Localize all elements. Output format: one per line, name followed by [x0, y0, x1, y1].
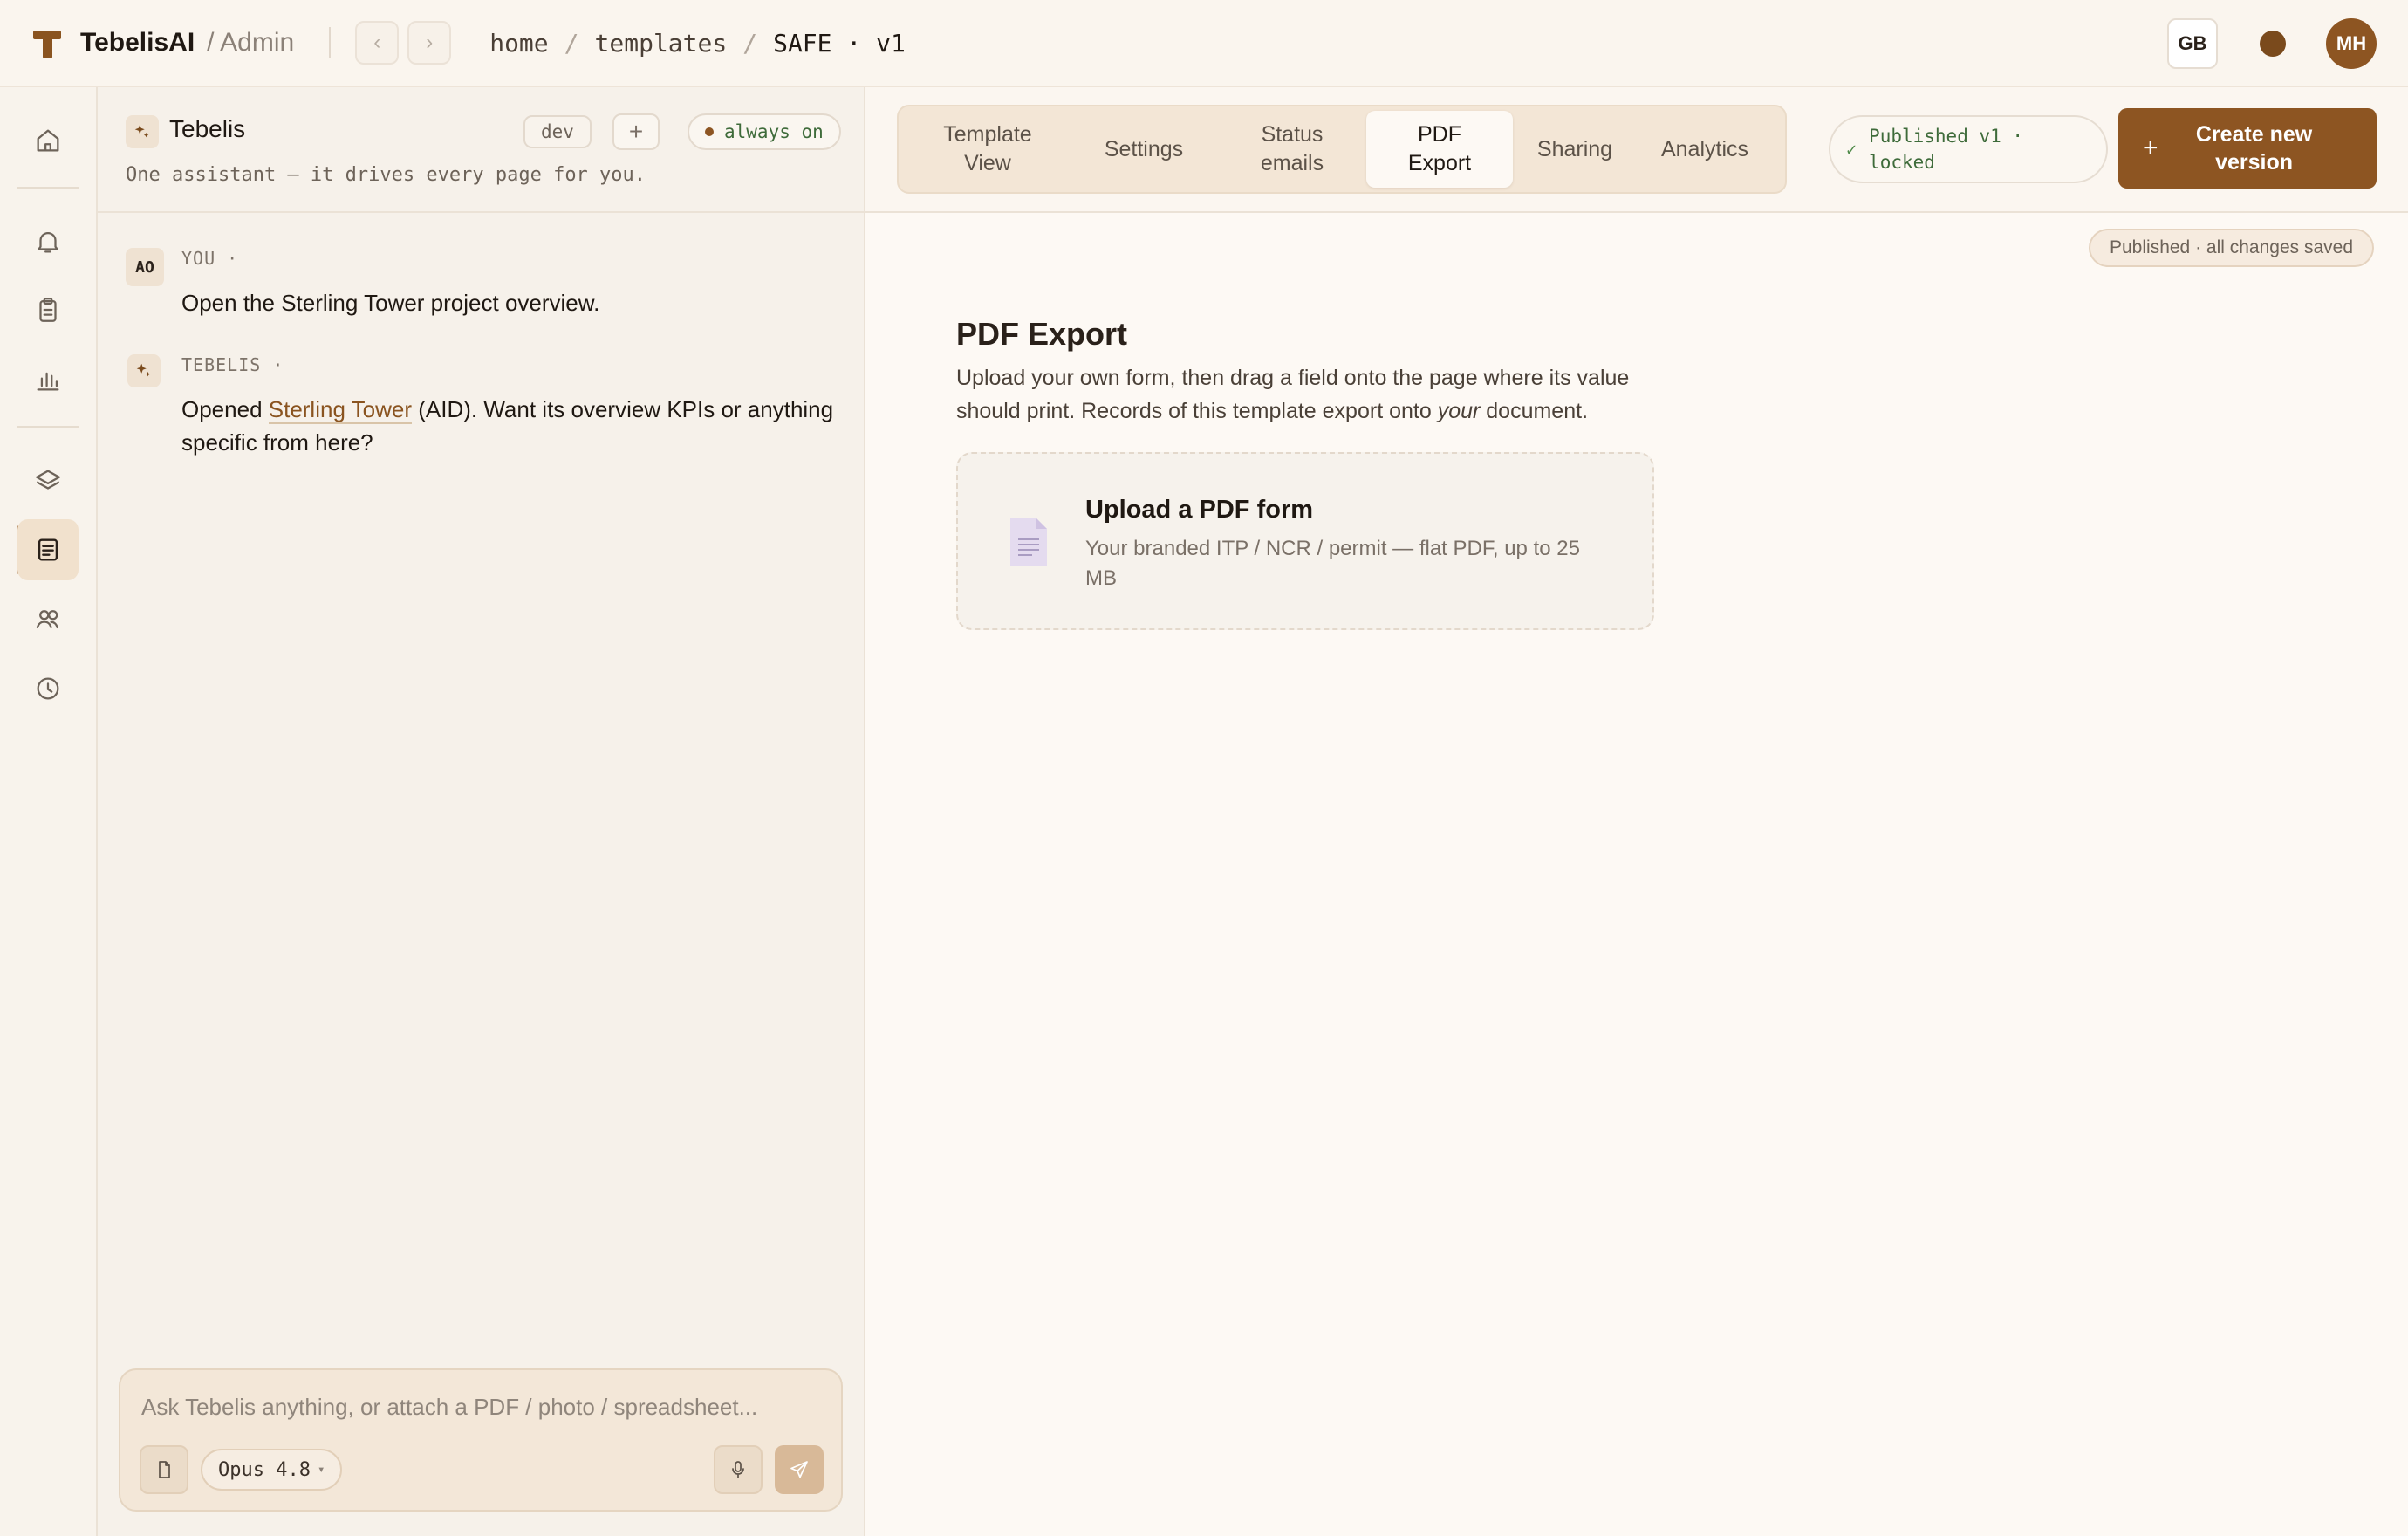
back-button[interactable]: ‹ — [355, 21, 400, 65]
layers-icon — [36, 470, 60, 490]
message-text: Open the Sterling Tower project overview… — [181, 290, 600, 316]
user-avatar-badge: AO — [126, 248, 164, 286]
rail-notifications[interactable] — [17, 211, 79, 272]
tab-label: Status emails — [1260, 122, 1324, 175]
pdf-document-icon — [1010, 518, 1047, 566]
model-selector[interactable]: Opus 4.8 ▾ — [201, 1449, 343, 1491]
rail-separator — [17, 426, 79, 428]
published-status-label: Published v1 · locked — [1869, 126, 2024, 173]
bar-chart-icon — [37, 372, 59, 391]
upload-title: Upload a PDF form — [1085, 496, 1314, 524]
brand-logo-icon — [31, 27, 63, 58]
clipboard-icon — [39, 298, 57, 322]
document-icon — [38, 538, 58, 561]
clock-icon — [37, 677, 59, 700]
check-icon: ✓ — [1846, 139, 1857, 160]
brand-section: / Admin — [207, 28, 295, 57]
project-link[interactable]: Sterling Tower — [268, 396, 413, 424]
tab-status-emails[interactable]: Status emails — [1218, 111, 1366, 188]
published-status-chip: ✓ Published v1 · locked — [1829, 115, 2108, 183]
tab-sharing[interactable]: Sharing — [1513, 111, 1637, 188]
breadcrumb-separator: / — [742, 28, 758, 58]
status-dot-icon — [705, 127, 714, 136]
tab-label: Analytics — [1660, 136, 1749, 161]
breadcrumb-home[interactable]: home — [489, 29, 548, 58]
template-tabs: Template View Settings Status emails PDF Ex… — [897, 105, 1787, 194]
upload-subtitle: Your branded ITP / NCR / permit — flat P… — [1085, 537, 1580, 590]
sparkle-icon — [134, 124, 149, 138]
assistant-subtitle: One assistant — it drives every page for… — [126, 164, 646, 186]
status-chip: always on — [688, 113, 841, 150]
users-icon — [36, 610, 58, 629]
rail-analytics[interactable] — [17, 349, 79, 410]
message-author: YOU · — [181, 248, 239, 269]
breadcrumb: home / templates / SAFE · v1 — [489, 29, 906, 58]
breadcrumb-separator: / — [564, 28, 579, 58]
chevron-left-icon: ‹ — [373, 31, 381, 54]
tab-label: Sharing — [1536, 136, 1613, 161]
create-new-version-label: Create new version — [2195, 122, 2313, 175]
user-avatar[interactable]: MH — [2326, 18, 2377, 69]
tab-label: Settings — [1104, 136, 1184, 161]
tab-settings[interactable]: Settings — [1070, 111, 1218, 188]
message-text-part: Opened — [181, 396, 269, 422]
sparkle-icon — [136, 363, 151, 377]
chevron-down-icon: ▾ — [317, 1463, 325, 1477]
brand[interactable]: TebelisAI / Admin — [31, 27, 294, 58]
tab-label: Template View — [943, 122, 1032, 175]
mic-button[interactable] — [714, 1445, 763, 1494]
message-author: TEBELIS · — [181, 354, 284, 375]
message-text: Opened Sterling Tower (AID). Want its ov… — [181, 393, 855, 459]
chevron-right-icon: › — [426, 31, 434, 54]
rail-separator — [17, 187, 79, 189]
theme-toggle[interactable] — [2260, 31, 2286, 57]
env-chip[interactable]: dev — [523, 115, 592, 148]
assistant-panel: Tebelis dev + always on One assistant — … — [98, 87, 865, 1536]
file-icon — [159, 1461, 170, 1478]
rail-home[interactable] — [17, 110, 79, 171]
new-chat-button[interactable]: + — [612, 113, 660, 150]
main-header: Template View Settings Status emails PDF Ex… — [865, 87, 2408, 213]
breadcrumb-current: SAFE · v1 — [773, 28, 906, 58]
status-chip-label: always on — [724, 121, 824, 142]
header-divider — [329, 27, 332, 58]
composer: Opus 4.8 ▾ — [119, 1368, 843, 1512]
top-bar: TebelisAI / Admin ‹ › home / templates /… — [0, 0, 2408, 87]
breadcrumb-templates[interactable]: templates — [595, 29, 728, 58]
rail-users[interactable] — [17, 588, 79, 649]
language-button[interactable]: GB — [2167, 18, 2218, 69]
microphone-icon — [732, 1461, 744, 1478]
save-status-badge: Published · all changes saved — [2089, 229, 2375, 267]
tab-pdf-export[interactable]: PDF Export — [1366, 111, 1513, 188]
home-icon — [37, 129, 59, 152]
rail-tasks[interactable] — [17, 279, 79, 340]
rail-history[interactable] — [17, 658, 79, 719]
model-label: Opus 4.8 — [218, 1458, 311, 1481]
bell-icon — [38, 232, 58, 253]
assistant-header: Tebelis dev + always on One assistant — … — [98, 87, 865, 213]
rail-templates[interactable] — [17, 519, 79, 580]
plus-icon: + — [628, 118, 644, 145]
page-description: Upload your own form, then drag a field … — [956, 366, 1630, 423]
send-button[interactable] — [775, 1445, 824, 1494]
send-icon — [790, 1461, 808, 1478]
page-title: PDF Export — [956, 316, 1128, 352]
tab-template-view[interactable]: Template View — [906, 111, 1070, 188]
chat-input[interactable] — [120, 1381, 841, 1433]
rail-projects[interactable] — [17, 450, 79, 511]
brand-name: TebelisAI — [80, 28, 195, 57]
tab-analytics[interactable]: Analytics — [1637, 111, 1773, 188]
nav-rail — [0, 87, 98, 1536]
assistant-message-badge — [127, 354, 161, 387]
upload-pdf-dropzone[interactable]: Upload a PDF form Your branded ITP / NCR… — [956, 452, 1654, 630]
tab-label: PDF Export — [1407, 122, 1472, 175]
attach-button[interactable] — [140, 1445, 188, 1494]
assistant-logo — [126, 115, 159, 148]
forward-button[interactable]: › — [407, 21, 452, 65]
plus-icon: + — [2143, 134, 2158, 162]
assistant-title: Tebelis — [169, 115, 246, 142]
create-new-version-button[interactable]: + Create new version — [2118, 108, 2377, 189]
